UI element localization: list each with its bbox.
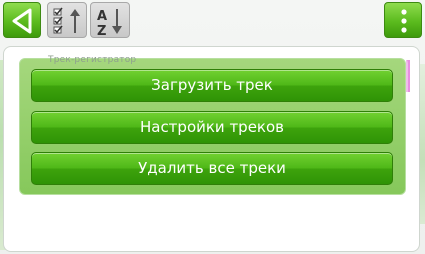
svg-text:A: A [97,9,107,24]
delete-all-tracks-button[interactable]: Удалить все треки [31,152,393,185]
scroll-indicator [406,60,410,92]
sort-az-icon: A Z [97,9,122,39]
more-vertical-icon [401,9,407,33]
sort-az-button[interactable]: A Z [90,2,130,39]
checklist-button[interactable] [47,2,87,38]
track-settings-button[interactable]: Настройки треков [31,111,393,144]
load-track-button[interactable]: Загрузить трек [31,69,393,102]
back-button[interactable] [3,2,41,38]
back-arrow-icon [12,8,32,34]
svg-text:Z: Z [97,24,106,39]
menu-button[interactable] [384,2,422,38]
dialog-title: Трек-регистратор [48,55,137,65]
checklist-icon [53,7,80,34]
